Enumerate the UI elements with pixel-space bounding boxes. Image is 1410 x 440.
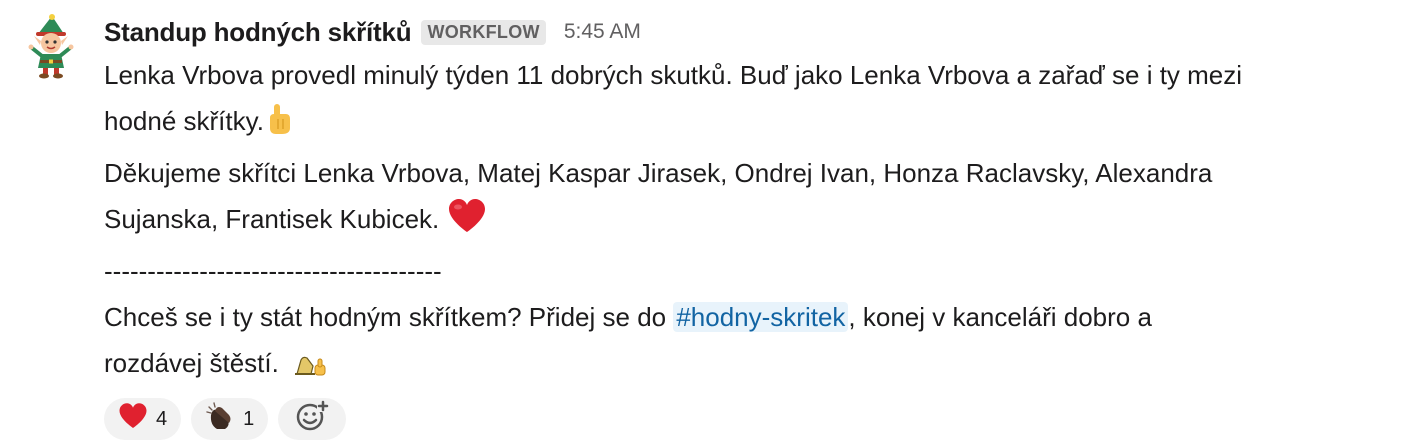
reaction-heart[interactable]: 4: [104, 398, 182, 440]
add-emoji-icon: [295, 400, 330, 438]
message: Standup hodných skřítků WORKFLOW 5:45 AM…: [0, 0, 1410, 440]
message-line: hodné skřítky.: [104, 98, 1394, 150]
message-text: , konej v kanceláři dobro a: [848, 302, 1152, 332]
message-text: Děkujeme skřítci Lenka Vrbova, Matej Kas…: [104, 158, 1213, 188]
message-text: Sujanska, Frantisek Kubicek.: [104, 204, 440, 234]
message-content: Standup hodných skřítků WORKFLOW 5:45 AM…: [104, 12, 1394, 440]
heart-icon: [118, 402, 148, 436]
message-text: Lenka Vrbova provedl minulý týden 11 dob…: [104, 60, 1243, 90]
add-reaction-button[interactable]: [278, 398, 347, 440]
message-body: Lenka Vrbova provedl minulý týden 11 dob…: [104, 52, 1394, 392]
message-line: Chceš se i ty stát hodným skřítkem? Přid…: [104, 294, 1394, 340]
message-line: rozdávej štěstí.: [104, 340, 1394, 392]
timestamp[interactable]: 5:45 AM: [564, 20, 641, 44]
sender-name[interactable]: Standup hodných skřítků: [104, 17, 412, 48]
elf-icon: [28, 14, 74, 79]
message-header: Standup hodných skřítků WORKFLOW 5:45 AM: [104, 12, 1394, 52]
channel-link[interactable]: #hodny-skritek: [673, 302, 849, 332]
pointing-up-icon: [264, 102, 294, 150]
message-line: Lenka Vrbova provedl minulý týden 11 dob…: [104, 52, 1394, 98]
reaction-clap[interactable]: 1: [191, 398, 269, 440]
reactions-bar: 4 1: [104, 398, 1394, 440]
heart-icon: [447, 198, 487, 248]
custom-emoji-icon: [293, 346, 329, 392]
divider-line: ---------------------------------------: [104, 256, 442, 286]
message-line: Děkujeme skřítci Lenka Vrbova, Matej Kas…: [104, 150, 1394, 196]
reaction-count: 1: [243, 407, 255, 430]
reaction-count: 4: [156, 407, 168, 430]
workflow-badge: WORKFLOW: [421, 19, 546, 45]
elf-avatar[interactable]: [22, 14, 80, 80]
message-line: Sujanska, Frantisek Kubicek.: [104, 196, 1394, 248]
message-text: rozdávej štěstí.: [104, 348, 279, 378]
message-text: hodné skřítky.: [104, 106, 264, 136]
message-text: Chceš se i ty stát hodným skřítkem? Přid…: [104, 302, 674, 332]
